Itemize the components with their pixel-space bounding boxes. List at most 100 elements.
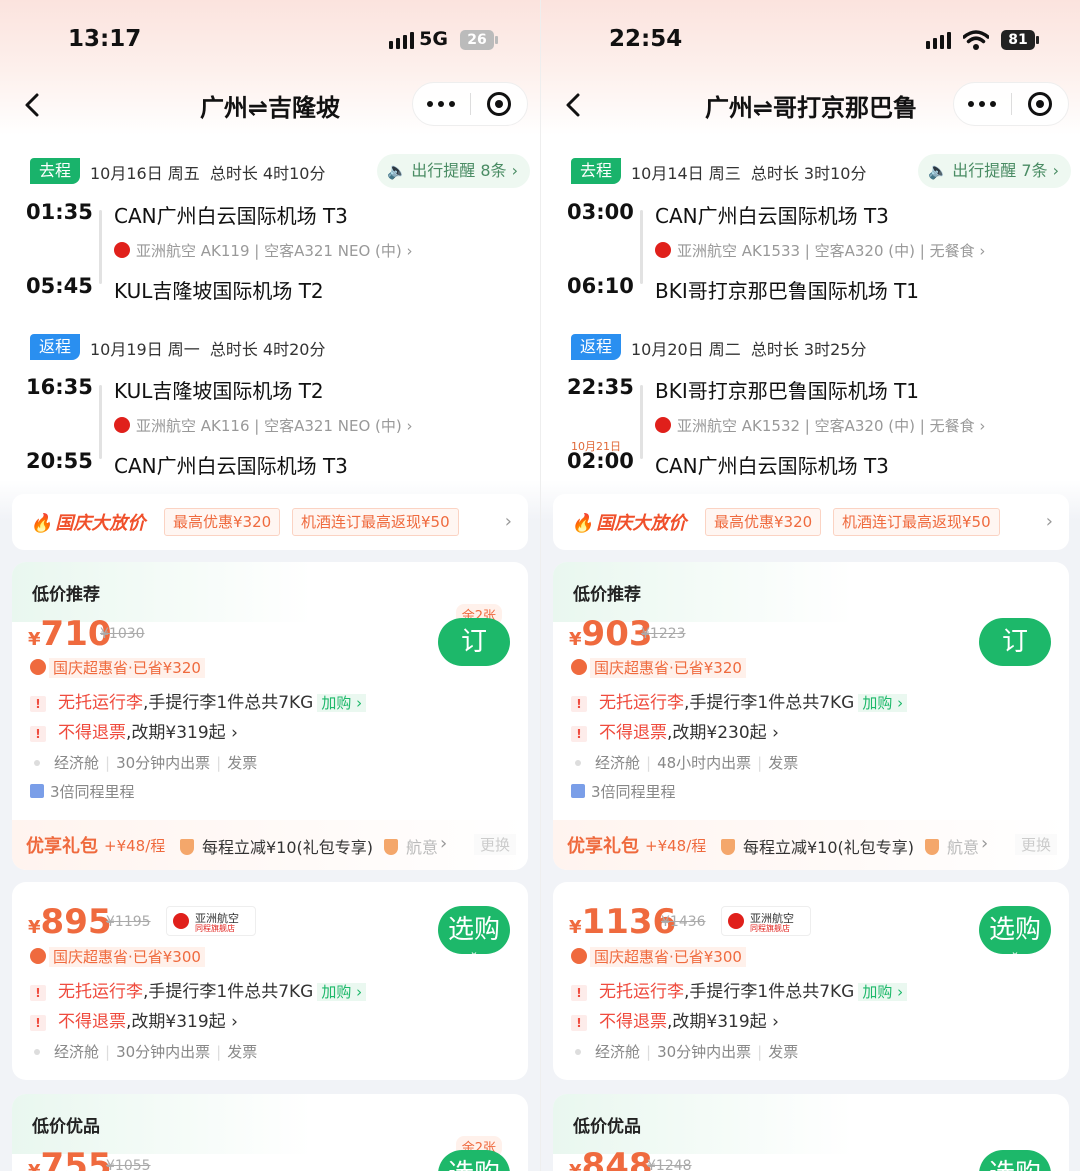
outbound-flight-detail[interactable]: 亚洲航空 AK119 | 空客A321 NEO (中) › (114, 240, 413, 261)
inbound-dep-airport: BKI哥打京那巴鲁国际机场 T1 (655, 379, 920, 403)
original-price: ¥1248 (647, 1158, 692, 1171)
promo-banner[interactable]: 🔥 国庆大放价 最高优惠¥320 机酒连订最高返现¥50 › (553, 494, 1069, 550)
network-type-label: 5G (419, 28, 448, 50)
savings-text: 国庆超惠省·已省¥300 (49, 947, 205, 967)
travel-reminder-button[interactable]: 🔈 出行提醒 7条 › (918, 154, 1071, 188)
promo-chip-discount: 最高优惠¥320 (705, 508, 822, 536)
airline-store-badge: 亚洲航空 同程旗舰店 (166, 906, 256, 936)
airasia-logo-icon (655, 417, 671, 433)
baggage-warning: 无托运行李 (599, 982, 684, 1002)
inbound-flight-detail[interactable]: 亚洲航空 AK116 | 空客A321 NEO (中) › (114, 415, 413, 436)
savings-label: 国庆超惠省·已省¥300 (30, 946, 205, 967)
outbound-info: 10月16日 周五 总时长 4时10分 (90, 160, 325, 184)
gift-package-row[interactable]: 优享礼包 +¥48/程 每程立减¥10(礼包专享) 航意 › 更换 (553, 820, 1069, 870)
refund-rule[interactable]: ! 不得退票,改期¥319起 › (30, 1007, 238, 1032)
fare-price: ¥903 (569, 614, 653, 654)
outbound-arr-airport: KUL吉隆坡国际机场 T2 (114, 279, 324, 303)
fare-meta: 经济舱 | 48小时内出票 | 发票 (571, 752, 798, 773)
card-header: 低价推荐 (573, 585, 641, 605)
add-baggage-link[interactable]: 加购 › (858, 983, 908, 1001)
gift-more-text: 航意 (947, 838, 980, 857)
outbound-dep-time: 01:35 (26, 200, 93, 224)
refund-warning: 不得退票 (58, 1012, 126, 1032)
add-baggage-link[interactable]: 加购 › (317, 983, 367, 1001)
add-baggage-link[interactable]: 加购 › (317, 694, 367, 712)
promo-chip-discount: 最高优惠¥320 (164, 508, 281, 536)
nav-bar: 广州⇌哥打京那巴鲁 (541, 78, 1080, 132)
outbound-dep-time: 03:00 (567, 200, 634, 224)
fare-card-recommended[interactable]: 低价推荐 ¥710 ¥1030 余2张 订 国庆超惠省·已省¥320 ! 无托运行… (12, 562, 528, 870)
baggage-rule[interactable]: ! 无托运行李,手提行李1件总共7KG 加购 › (30, 688, 367, 713)
invoice-label: 发票 (227, 754, 258, 772)
outbound-arr-time: 05:45 (26, 274, 93, 298)
comparison-root: 13:17 5G 26 广州⇌吉隆坡 去程 10月16日 周五 总时长 4时10分… (0, 0, 1080, 1171)
inbound-timeline (99, 385, 102, 459)
gift-item-text: 每程立减¥10(礼包专享) (202, 838, 374, 857)
refund-rule[interactable]: ! 不得退票,改期¥230起 › (571, 718, 779, 743)
inbound-flight-detail[interactable]: 亚洲航空 AK1532 | 空客A320 (中) | 无餐食 › (655, 415, 985, 436)
fare-card-recommended[interactable]: 低价推荐 ¥903 ¥1223 订 国庆超惠省·已省¥320 ! 无托运行李,手提… (553, 562, 1069, 870)
battery-icon: 81 (1001, 30, 1035, 50)
gift-item: 每程立减¥10(礼包专享) (721, 834, 914, 858)
warning-icon: ! (30, 726, 46, 742)
original-price: ¥1030 (100, 626, 145, 642)
fare-card-flagship[interactable]: ¥895 ¥1195 亚洲航空 同程旗舰店 选购 ⌄ 国庆超惠省·已省¥300 !… (12, 882, 528, 1080)
miniapp-capsule (953, 82, 1069, 126)
baggage-rule[interactable]: ! 无托运行李,手提行李1件总共7KG 加购 › (571, 977, 908, 1002)
close-miniapp-icon[interactable] (470, 92, 527, 116)
battery-icon: 26 (460, 30, 494, 50)
more-icon[interactable] (954, 101, 1011, 107)
battery-tip (495, 36, 498, 44)
refund-rule[interactable]: ! 不得退票,改期¥319起 › (571, 1007, 779, 1032)
airasia-logo-icon (114, 417, 130, 433)
select-label: 选购 (988, 915, 1041, 945)
gift-package-row[interactable]: 优享礼包 +¥48/程 每程立减¥10(礼包专享) 航意 › 更换 (12, 820, 528, 870)
inbound-duration: 总时长 4时20分 (209, 340, 326, 359)
close-miniapp-icon[interactable] (1011, 92, 1068, 116)
fare-card-quality[interactable]: 低价优品 ¥755 ¥1055 余2张 选购 (12, 1094, 528, 1171)
change-gift-button[interactable]: 更换 (473, 834, 516, 855)
inbound-date: 10月20日 周二 (631, 340, 741, 359)
book-button[interactable]: 订 (438, 618, 510, 666)
mileage-icon (571, 784, 585, 798)
status-time: 13:17 (68, 26, 142, 52)
price-value: 755 (40, 1146, 112, 1171)
travel-reminder-button[interactable]: 🔈 出行提醒 8条 › (377, 154, 530, 188)
reminder-label: 出行提醒 7条 (952, 161, 1048, 180)
more-icon[interactable] (413, 101, 470, 107)
inbound-arr-time: 02:00 (567, 449, 634, 473)
baggage-rule[interactable]: ! 无托运行李,手提行李1件总共7KG 加购 › (30, 977, 367, 1002)
warning-icon: ! (30, 696, 46, 712)
gift-title: 优享礼包 (26, 836, 98, 857)
airasia-logo-icon (728, 913, 744, 929)
inbound-info: 10月20日 周二 总时长 3时25分 (631, 336, 866, 360)
outbound-flight-detail[interactable]: 亚洲航空 AK1533 | 空客A320 (中) | 无餐食 › (655, 240, 985, 261)
fare-card-flagship[interactable]: ¥1136 ¥1436 亚洲航空 同程旗舰店 选购 ⌄ 国庆超惠省·已省¥300 … (553, 882, 1069, 1080)
baggage-warning: 无托运行李 (58, 693, 143, 713)
flame-icon: 🔥 (30, 513, 53, 534)
refund-rule[interactable]: ! 不得退票,改期¥319起 › (30, 718, 238, 743)
select-button[interactable]: 选购 ⌄ (979, 906, 1051, 958)
original-price: ¥1436 (661, 914, 706, 930)
screen-right: 22:54 81 广州⇌哥打京那巴鲁 去程 10月14日 周三 总时长 3时10… (540, 0, 1080, 1171)
outbound-header: 去程 10月16日 周五 总时长 4时10分 🔈 出行提醒 8条 › (30, 154, 530, 188)
select-button[interactable]: 选购 ⌄ (438, 906, 510, 958)
select-button[interactable]: 选购 (979, 1150, 1051, 1171)
savings-label: 国庆超惠省·已省¥320 (30, 657, 205, 678)
change-gift-button[interactable]: 更换 (1014, 834, 1057, 855)
refund-warning: 不得退票 (599, 1012, 667, 1032)
fare-price: ¥710 (28, 614, 112, 654)
baggage-rule[interactable]: ! 无托运行李,手提行李1件总共7KG 加购 › (571, 688, 908, 713)
promo-banner[interactable]: 🔥 国庆大放价 最高优惠¥320 机酒连订最高返现¥50 › (12, 494, 528, 550)
inbound-tag: 返程 (571, 334, 621, 360)
speaker-icon: 🔈 (928, 161, 949, 180)
fare-price: ¥895 (28, 902, 112, 942)
outbound-arr-time: 06:10 (567, 274, 634, 298)
select-button[interactable]: 选购 (438, 1150, 510, 1171)
cabin-class: 经济舱 (595, 1043, 641, 1061)
book-button[interactable]: 订 (979, 618, 1051, 666)
add-baggage-link[interactable]: 加购 › (858, 694, 908, 712)
outbound-dep-airport: CAN广州白云国际机场 T3 (655, 204, 889, 228)
promo-title: 🔥 国庆大放价 (571, 509, 686, 535)
fare-card-quality[interactable]: 低价优品 ¥848 ¥1248 选购 (553, 1094, 1069, 1171)
